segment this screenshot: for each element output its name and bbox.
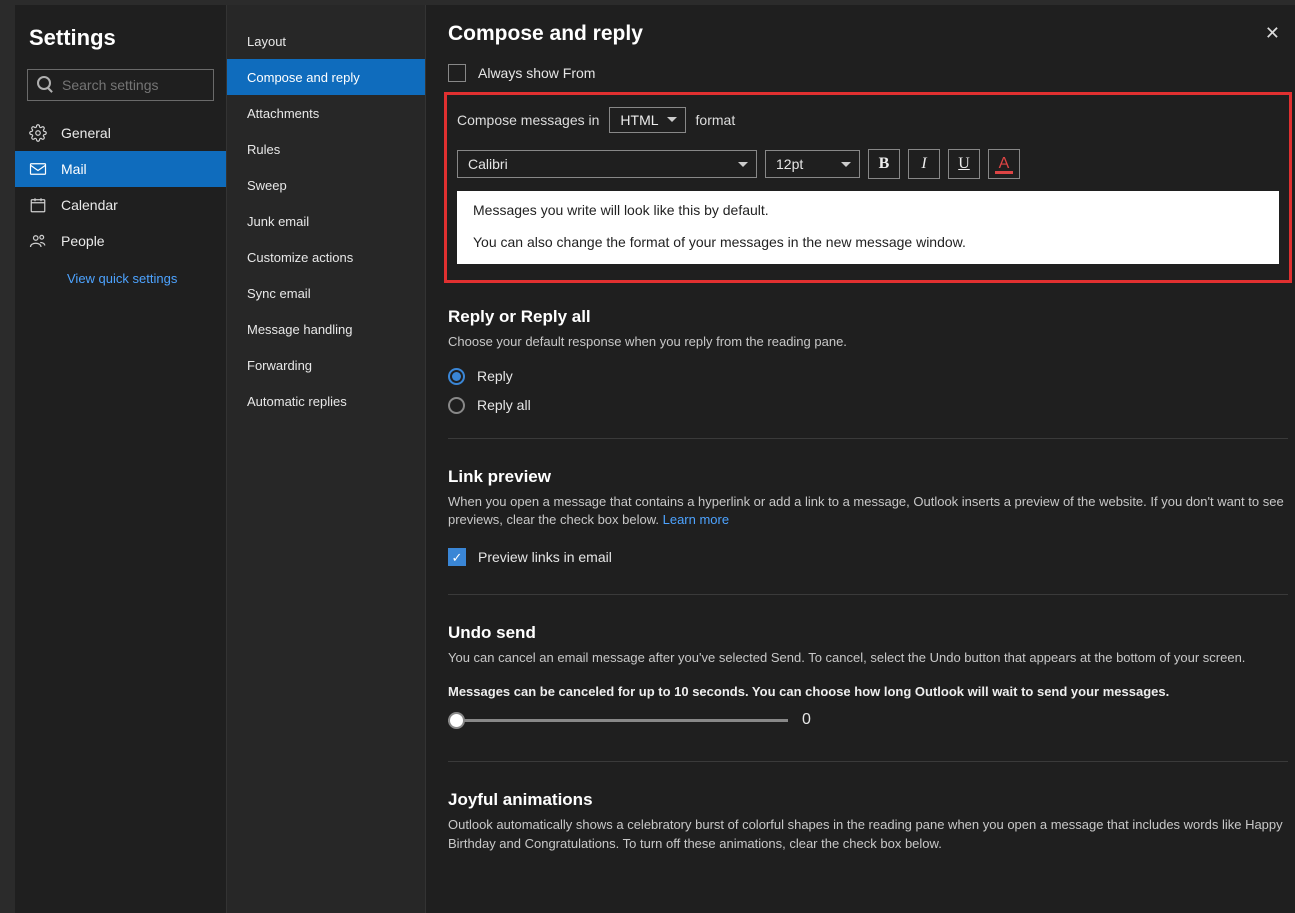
subnav-sweep[interactable]: Sweep bbox=[227, 167, 425, 203]
view-quick-settings-link[interactable]: View quick settings bbox=[15, 259, 226, 286]
compose-format-pre: Compose messages in bbox=[457, 112, 599, 128]
people-icon bbox=[29, 232, 47, 250]
underline-button[interactable]: U bbox=[948, 149, 980, 179]
gear-icon bbox=[29, 124, 47, 142]
undo-send-note: Messages can be canceled for up to 10 se… bbox=[448, 678, 1288, 705]
mail-icon bbox=[29, 160, 47, 178]
compose-format-post: format bbox=[696, 112, 736, 128]
preview-line2: You can also change the format of your m… bbox=[473, 231, 1263, 253]
settings-search[interactable] bbox=[27, 69, 214, 101]
reply-radio-label: Reply bbox=[477, 368, 513, 384]
subnav-forwarding[interactable]: Forwarding bbox=[227, 347, 425, 383]
page-title: Compose and reply bbox=[448, 22, 643, 46]
always-show-from-label: Always show From bbox=[478, 65, 595, 81]
subnav-layout[interactable]: Layout bbox=[227, 23, 425, 59]
category-mail[interactable]: Mail bbox=[15, 151, 226, 187]
category-label: Calendar bbox=[61, 197, 118, 213]
category-general[interactable]: General bbox=[15, 115, 226, 151]
preview-line1: Messages you write will look like this b… bbox=[473, 199, 1263, 221]
format-preview: Messages you write will look like this b… bbox=[457, 191, 1279, 264]
link-preview-title: Link preview bbox=[448, 457, 1288, 493]
compose-format-select[interactable]: HTML bbox=[609, 107, 685, 133]
joyful-desc: Outlook automatically shows a celebrator… bbox=[448, 816, 1288, 864]
undo-send-title: Undo send bbox=[448, 613, 1288, 649]
subnav-sync-email[interactable]: Sync email bbox=[227, 275, 425, 311]
close-button[interactable]: ✕ bbox=[1257, 19, 1288, 48]
category-people[interactable]: People bbox=[15, 223, 226, 259]
undo-send-desc: You can cancel an email message after yo… bbox=[448, 649, 1288, 678]
category-label: General bbox=[61, 125, 111, 141]
compose-format-highlight: Compose messages in HTML format Calibri … bbox=[444, 92, 1292, 283]
always-show-from-row: Always show From bbox=[448, 56, 1288, 92]
search-input[interactable] bbox=[27, 69, 214, 101]
mail-subnav: Layout Compose and reply Attachments Rul… bbox=[227, 5, 426, 913]
learn-more-link[interactable]: Learn more bbox=[663, 512, 729, 527]
always-show-from-checkbox[interactable] bbox=[448, 64, 466, 82]
undo-send-slider[interactable] bbox=[448, 719, 788, 722]
subnav-customize-actions[interactable]: Customize actions bbox=[227, 239, 425, 275]
category-calendar[interactable]: Calendar bbox=[15, 187, 226, 223]
content-pane: Compose and reply ✕ Always show From Com… bbox=[426, 5, 1295, 913]
subnav-automatic-replies[interactable]: Automatic replies bbox=[227, 383, 425, 419]
subnav-rules[interactable]: Rules bbox=[227, 131, 425, 167]
reply-radio[interactable] bbox=[448, 368, 465, 385]
slider-knob[interactable] bbox=[448, 712, 465, 729]
joyful-title: Joyful animations bbox=[448, 780, 1288, 816]
subnav-attachments[interactable]: Attachments bbox=[227, 95, 425, 131]
divider bbox=[448, 438, 1288, 439]
settings-pane: Settings General Mail Cal bbox=[15, 5, 227, 913]
preview-links-label: Preview links in email bbox=[478, 549, 612, 565]
category-label: People bbox=[61, 233, 105, 249]
reply-all-radio-label: Reply all bbox=[477, 397, 531, 413]
font-name-select[interactable]: Calibri bbox=[457, 150, 757, 178]
subnav-message-handling[interactable]: Message handling bbox=[227, 311, 425, 347]
font-color-button[interactable]: A bbox=[988, 149, 1020, 179]
search-icon bbox=[37, 76, 51, 90]
undo-send-value: 0 bbox=[802, 711, 811, 729]
subnav-junk-email[interactable]: Junk email bbox=[227, 203, 425, 239]
bold-button[interactable]: B bbox=[868, 149, 900, 179]
settings-title: Settings bbox=[15, 15, 226, 69]
calendar-icon bbox=[29, 196, 47, 214]
italic-button[interactable]: I bbox=[908, 149, 940, 179]
divider bbox=[448, 761, 1288, 762]
divider bbox=[448, 594, 1288, 595]
link-preview-desc: When you open a message that contains a … bbox=[448, 493, 1288, 541]
subnav-compose-and-reply[interactable]: Compose and reply bbox=[227, 59, 425, 95]
preview-links-checkbox[interactable] bbox=[448, 548, 466, 566]
reply-section-desc: Choose your default response when you re… bbox=[448, 333, 1288, 362]
font-size-select[interactable]: 12pt bbox=[765, 150, 860, 178]
category-label: Mail bbox=[61, 161, 87, 177]
reply-all-radio[interactable] bbox=[448, 397, 465, 414]
reply-section-title: Reply or Reply all bbox=[448, 297, 1288, 333]
